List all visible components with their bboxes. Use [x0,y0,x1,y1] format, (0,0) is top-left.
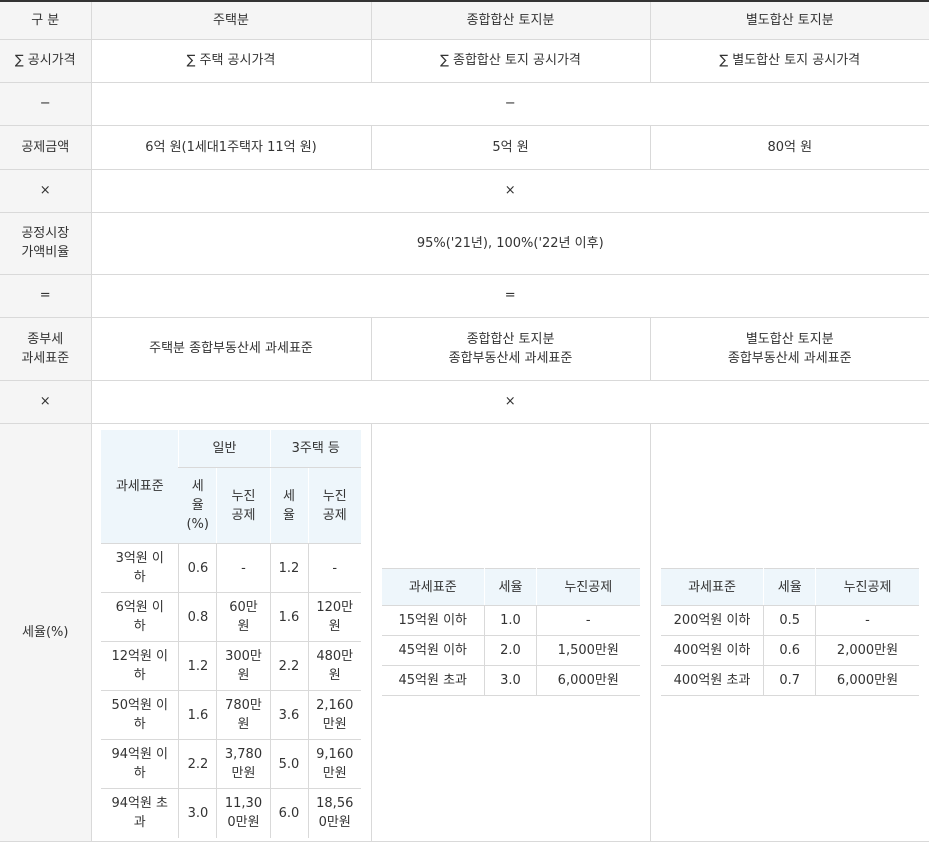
housing-rate-table: 과세표준 일반 3주택 등 세 율 (%) 누진 공제 세율 누진 공제 3억원… [100,429,362,838]
row-label: − [0,82,91,126]
head-rate: 세 율 (%) [178,467,217,544]
head-tax-base: 과세표준 [100,429,179,544]
table-row: 3억원 이하 0.6 - 1.2 - [100,543,362,593]
head-deduction: 누진 공제 [216,467,270,544]
fair-market-ratio: 95%('21년), 100%('22년 이후) [90,212,929,275]
header-separate-land: 별도합산 토지분 [649,1,929,40]
row-minus: − − [0,82,929,126]
row-label: 공제금액 [0,125,91,170]
head-deduction: 누진 공제 [307,467,362,544]
minus-operator: − [90,82,929,126]
table-row: 94억원 초과 3.0 11,30 0만원 6.0 18,56 0만원 [101,788,362,838]
row-label: ∑ 공시가격 [0,39,91,83]
separate-tax-base: 별도합산 토지분 종합부동산세 과세표준 [649,317,929,381]
row-fair-market-ratio: 공정시장 가액비율 95%('21년), 100%('22년 이후) [0,212,929,275]
comprehensive-tax-base: 종합합산 토지분 종합부동산세 과세표준 [370,317,650,381]
row-label: × [0,169,91,213]
row-label: 세율(%) [0,423,91,842]
head-three-houses: 3주택 등 [269,429,362,468]
comprehensive-rate-table: 과세표준 세율 누진공제 15억원 이하 1.0- 45억원 이하 2.0 1,500… [381,568,640,696]
separate-price: ∑ 별도합산 토지 공시가격 [649,39,929,83]
table-row: 200억원 이하 0.5- [660,605,919,636]
table-row: 45억원 이하 2.0 1,500만원 [381,635,640,666]
equals-operator: = [90,274,929,318]
comprehensive-deduction: 5억 원 [370,125,650,170]
row-tax-base: 종부세 과세표준 주택분 종합부동산세 과세표준 종합합산 토지분 종합부동산세 과… [0,317,929,381]
tax-calculation-table: 구 분 주택분 종합합산 토지분 별도합산 토지분 ∑ 공시가격 ∑ 주택 공시… [0,0,929,842]
header-category: 구 분 [0,1,91,40]
table-row: 400억원 이하 0.6 2,000만원 [660,635,919,666]
table-row: 94억원 이하 2.2 3,780 만원 5.0 9,160 만원 [100,739,362,789]
row-times: × × [0,169,929,213]
row-tax-rate: 세율(%) 과세표준 일반 3주택 등 세 율 (%) 누진 공제 세율 누진 … [0,423,929,842]
row-deduction: 공제금액 6억 원(1세대1주택자 11억 원) 5억 원 80억 원 [0,125,929,170]
row-label: × [0,380,91,424]
table-row: 400억원 초과 0.7 6,000만원 [660,665,919,696]
head-rate: 세율 [269,467,308,544]
row-label: 공정시장 가액비율 [0,212,91,275]
separate-deduction: 80억 원 [649,125,929,170]
row-label: = [0,274,91,318]
row-label: 종부세 과세표준 [0,317,91,381]
housing-deduction: 6억 원(1세대1주택자 11억 원) [90,125,371,170]
housing-rate-cell: 과세표준 일반 3주택 등 세 율 (%) 누진 공제 세율 누진 공제 3억원… [90,423,371,842]
table-row: 50억원 이하 1.6 780만 원 3.6 2,160 만원 [100,690,362,740]
separate-rate-cell: 과세표준 세율 누진공제 200억원 이하 0.5- 400억원 이하 0.6 2,0… [649,423,929,842]
table-row: 45억원 초과 3.0 6,000만원 [381,665,640,696]
row-published-price: ∑ 공시가격 ∑ 주택 공시가격 ∑ 종합합산 토지 공시가격 ∑ 별도합산 토… [0,39,929,83]
table-row: 6억원 이하 0.8 60만 원 1.6 120만 원 [100,592,362,642]
row-equals: = = [0,274,929,318]
comprehensive-price: ∑ 종합합산 토지 공시가격 [370,39,650,83]
table-row: 12억원 이하 1.2 300만 원 2.2 480만 원 [100,641,362,691]
separate-rate-table: 과세표준 세율 누진공제 200억원 이하 0.5- 400억원 이하 0.6 2,0… [660,568,919,696]
header-row: 구 분 주택분 종합합산 토지분 별도합산 토지분 [0,1,929,40]
housing-price: ∑ 주택 공시가격 [90,39,371,83]
comprehensive-rate-cell: 과세표준 세율 누진공제 15억원 이하 1.0- 45억원 이하 2.0 1,500… [370,423,650,842]
header-housing: 주택분 [90,1,371,40]
row-times: × × [0,380,929,424]
housing-tax-base: 주택분 종합부동산세 과세표준 [90,317,371,381]
times-operator: × [90,380,929,424]
table-row: 15억원 이하 1.0- [381,605,640,636]
head-general: 일반 [178,429,270,468]
header-comprehensive-land: 종합합산 토지분 [370,1,650,40]
times-operator: × [90,169,929,213]
